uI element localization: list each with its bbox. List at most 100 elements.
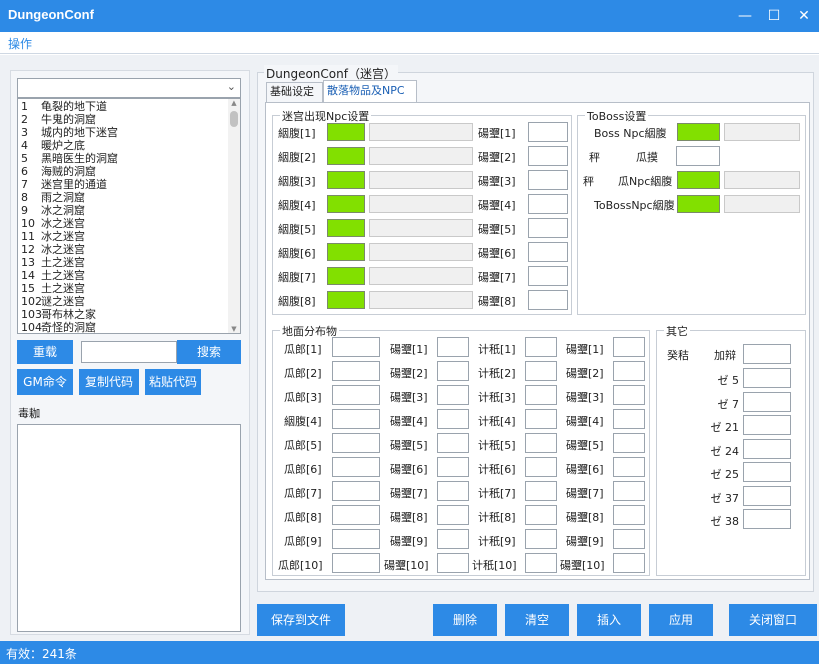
dungeon-list[interactable]: ▲ ▼ 1 龟裂的地下道 2 牛鬼的洞窟 3 城内的地下迷宫 4 暖炉之底 5 黑暗医生的洞窟 6 海… — [17, 98, 241, 334]
ground-input[interactable] — [332, 457, 380, 477]
npc-rate-input[interactable] — [528, 122, 568, 142]
delete-button[interactable]: 删除 — [433, 604, 497, 636]
ground-input[interactable] — [437, 481, 469, 501]
list-scrollbar[interactable]: ▲ ▼ — [228, 99, 240, 333]
list-item[interactable]: 12 冰之迷宫 — [21, 243, 85, 256]
clear-button[interactable]: 清空 — [505, 604, 569, 636]
other-input[interactable] — [743, 438, 791, 459]
ground-input[interactable] — [613, 553, 645, 573]
ground-input[interactable] — [437, 409, 469, 429]
list-item[interactable]: 4 暖炉之底 — [21, 139, 85, 152]
chevron-down-icon[interactable]: ⌄ — [227, 80, 236, 93]
scroll-thumb[interactable] — [230, 111, 238, 127]
ground-input[interactable] — [332, 385, 380, 405]
ground-input[interactable] — [437, 337, 469, 357]
npc-id-field[interactable] — [327, 123, 365, 141]
ground-input[interactable] — [437, 505, 469, 525]
ground-input[interactable] — [525, 457, 557, 477]
ground-input[interactable] — [437, 553, 469, 573]
list-item[interactable]: 13 土之迷宫 — [21, 256, 85, 269]
list-item[interactable]: 11 冰之迷宫 — [21, 230, 85, 243]
gm-command-button[interactable]: GM命令 — [17, 369, 73, 395]
reload-button[interactable]: 重载 — [17, 340, 73, 364]
menu-operate[interactable]: 操作 — [8, 35, 32, 52]
maximize-button[interactable]: ☐ — [764, 6, 784, 26]
npc-rate-input[interactable] — [528, 290, 568, 310]
npc-rate-input[interactable] — [528, 194, 568, 214]
list-item[interactable]: 8 雨之洞窟 — [21, 191, 85, 204]
insert-button[interactable]: 插入 — [577, 604, 641, 636]
ground-input[interactable] — [525, 337, 557, 357]
ground-input[interactable] — [525, 409, 557, 429]
npc-rate-input[interactable] — [528, 266, 568, 286]
ground-input[interactable] — [613, 529, 645, 549]
ground-input[interactable] — [437, 385, 469, 405]
ground-input[interactable] — [332, 337, 380, 357]
list-item[interactable]: 15 土之迷宫 — [21, 282, 85, 295]
other-input[interactable] — [743, 415, 791, 435]
save-to-file-button[interactable]: 保存到文件 — [257, 604, 345, 636]
list-item[interactable]: 102谜之迷宫 — [21, 295, 85, 308]
ground-input[interactable] — [437, 457, 469, 477]
ground-input[interactable] — [525, 529, 557, 549]
list-item[interactable]: 2 牛鬼的洞窟 — [21, 113, 96, 126]
ground-input[interactable] — [437, 433, 469, 453]
ground-input[interactable] — [525, 433, 557, 453]
other-input[interactable] — [743, 509, 791, 529]
ground-input[interactable] — [437, 529, 469, 549]
list-item[interactable]: 10 冰之迷宫 — [21, 217, 85, 230]
list-item[interactable]: 7 迷宫里的通道 — [21, 178, 107, 191]
toboss-row2-input[interactable] — [676, 146, 720, 166]
npc-id-field[interactable] — [327, 267, 365, 285]
boss-npc-green[interactable] — [677, 123, 720, 141]
search-input[interactable] — [81, 341, 177, 363]
ground-input[interactable] — [332, 433, 380, 453]
close-window-icon[interactable]: ✕ — [794, 6, 814, 26]
npc-id-field[interactable] — [327, 195, 365, 213]
other-head-input[interactable] — [743, 344, 791, 364]
dungeon-combo[interactable]: ⌄ — [17, 78, 241, 98]
ground-input[interactable] — [437, 361, 469, 381]
npc-rate-input[interactable] — [528, 242, 568, 262]
ground-input[interactable] — [332, 553, 380, 573]
npc-id-field[interactable] — [327, 291, 365, 309]
other-input[interactable] — [743, 391, 791, 412]
list-item[interactable]: 14 土之迷宫 — [21, 269, 85, 282]
npc-rate-input[interactable] — [528, 170, 568, 190]
npc-id-field[interactable] — [327, 243, 365, 261]
copy-code-button[interactable]: 复制代码 — [79, 369, 139, 395]
ground-input[interactable] — [332, 409, 380, 429]
ground-input[interactable] — [613, 385, 645, 405]
ground-input[interactable] — [613, 505, 645, 525]
scroll-down-icon[interactable]: ▼ — [228, 325, 240, 333]
list-item[interactable]: 5 黑暗医生的洞窟 — [21, 152, 118, 165]
search-button[interactable]: 搜索 — [177, 340, 241, 364]
list-item[interactable]: 1 龟裂的地下道 — [21, 100, 107, 113]
log-textbox[interactable] — [17, 424, 241, 632]
npc-id-field[interactable] — [327, 219, 365, 237]
npc-id-field[interactable] — [327, 171, 365, 189]
ground-input[interactable] — [613, 361, 645, 381]
other-input[interactable] — [743, 462, 791, 482]
ground-input[interactable] — [525, 505, 557, 525]
ground-input[interactable] — [613, 457, 645, 477]
ground-input[interactable] — [525, 385, 557, 405]
ground-input[interactable] — [332, 361, 380, 381]
other-input[interactable] — [743, 485, 791, 506]
ground-input[interactable] — [525, 553, 557, 573]
other-input[interactable] — [743, 368, 791, 388]
paste-code-button[interactable]: 粘贴代码 — [145, 369, 201, 395]
ground-input[interactable] — [613, 481, 645, 501]
tab-basic[interactable]: 基础设定 — [266, 82, 323, 102]
apply-button[interactable]: 应用 — [649, 604, 713, 636]
list-item[interactable]: 103哥布林之家 — [21, 308, 96, 321]
npc-rate-input[interactable] — [528, 146, 568, 166]
ground-input[interactable] — [525, 361, 557, 381]
toboss-npc-green[interactable] — [677, 195, 720, 213]
list-item[interactable]: 3 城内的地下迷宫 — [21, 126, 118, 139]
ground-input[interactable] — [613, 433, 645, 453]
ground-input[interactable] — [525, 481, 557, 501]
tab-drop-npc[interactable]: 散落物品及NPC — [323, 80, 417, 102]
ground-input[interactable] — [332, 481, 380, 501]
close-window-button[interactable]: 关闭窗口 — [729, 604, 817, 636]
